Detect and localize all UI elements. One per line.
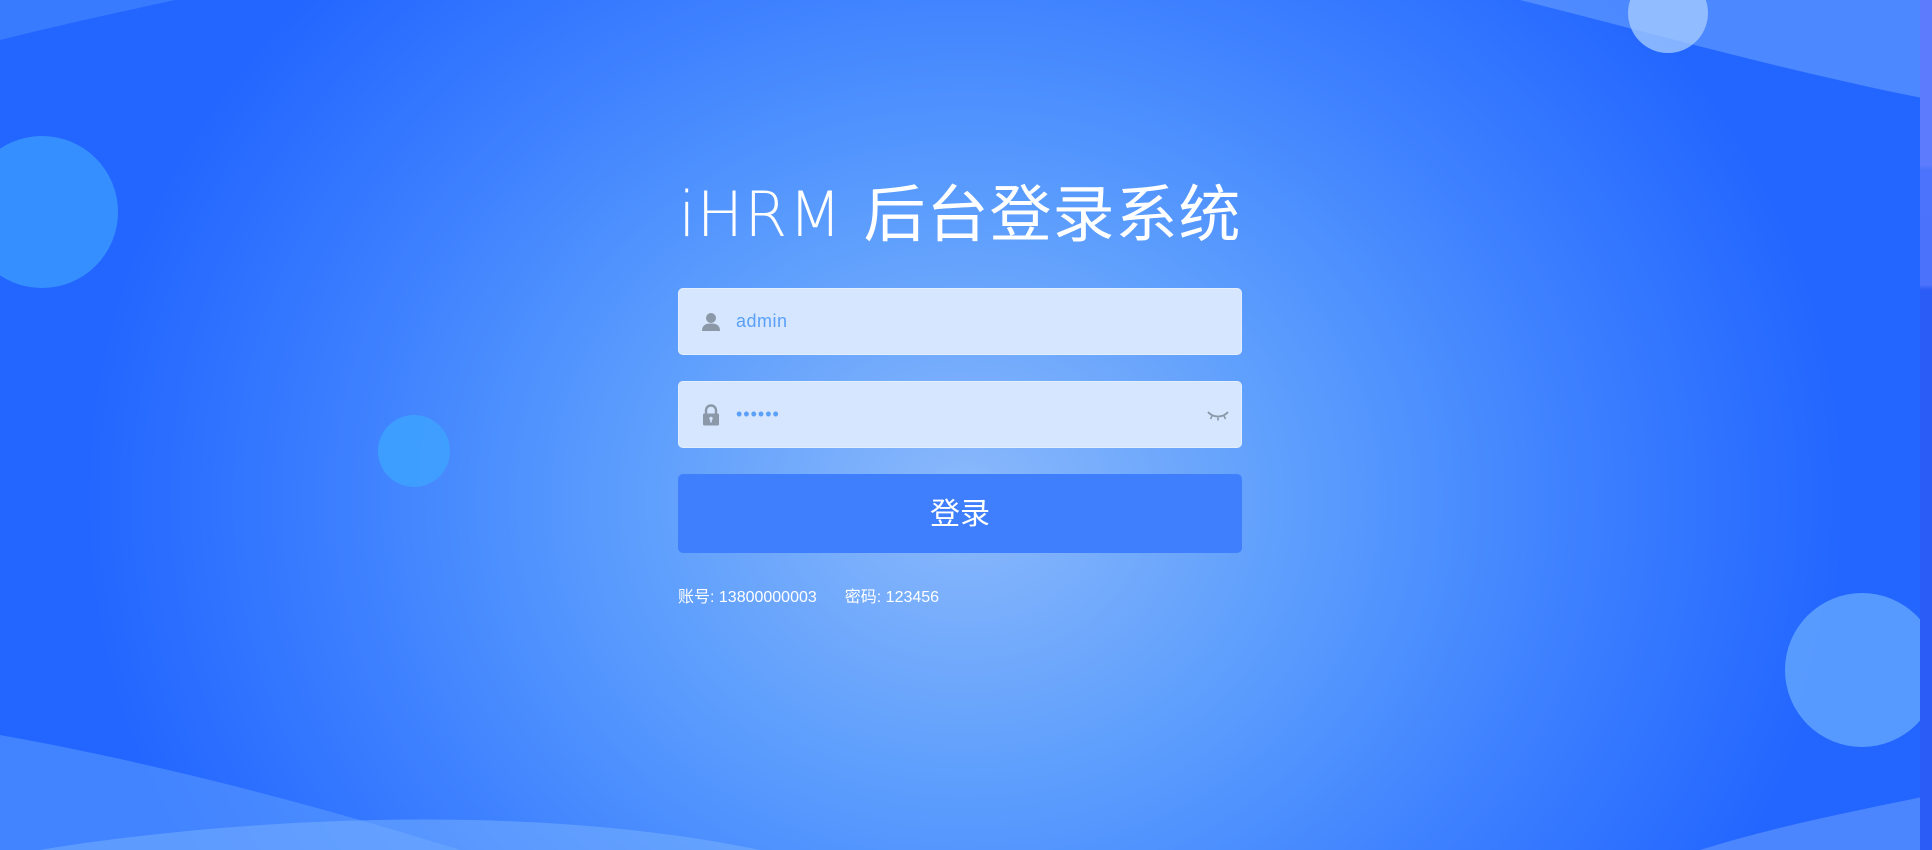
password-input[interactable]: ••••••	[736, 381, 780, 448]
page-title: iHRM 后台登录系统	[678, 178, 1242, 251]
top-left-wave	[0, 0, 175, 40]
bottom-center-wave	[40, 819, 760, 850]
right-edge-strip	[1920, 0, 1932, 850]
top-right-wave	[1520, 0, 1932, 100]
bottom-right-wave	[1700, 795, 1932, 850]
credentials-hint: 账号: 13800000003 密码: 123456	[678, 583, 1242, 607]
login-button[interactable]: 登录	[678, 474, 1242, 553]
username-field[interactable]: admin	[678, 288, 1242, 355]
circle-top-right	[1628, 0, 1708, 53]
account-hint: 账号: 13800000003	[678, 589, 817, 606]
password-field[interactable]: ••••••	[678, 381, 1242, 448]
circle-left-small	[378, 415, 450, 487]
eye-closed-icon[interactable]	[1206, 404, 1230, 426]
lock-icon	[698, 402, 724, 428]
circle-left-large	[0, 136, 118, 288]
user-icon	[698, 309, 724, 335]
circle-bottom-right	[1785, 593, 1932, 747]
username-input[interactable]: admin	[736, 288, 788, 355]
login-panel: iHRM 后台登录系统 admin •••••• 登录 账号: 13800000…	[678, 170, 1242, 607]
bottom-left-wave	[0, 735, 460, 850]
password-hint: 密码: 123456	[844, 589, 940, 606]
